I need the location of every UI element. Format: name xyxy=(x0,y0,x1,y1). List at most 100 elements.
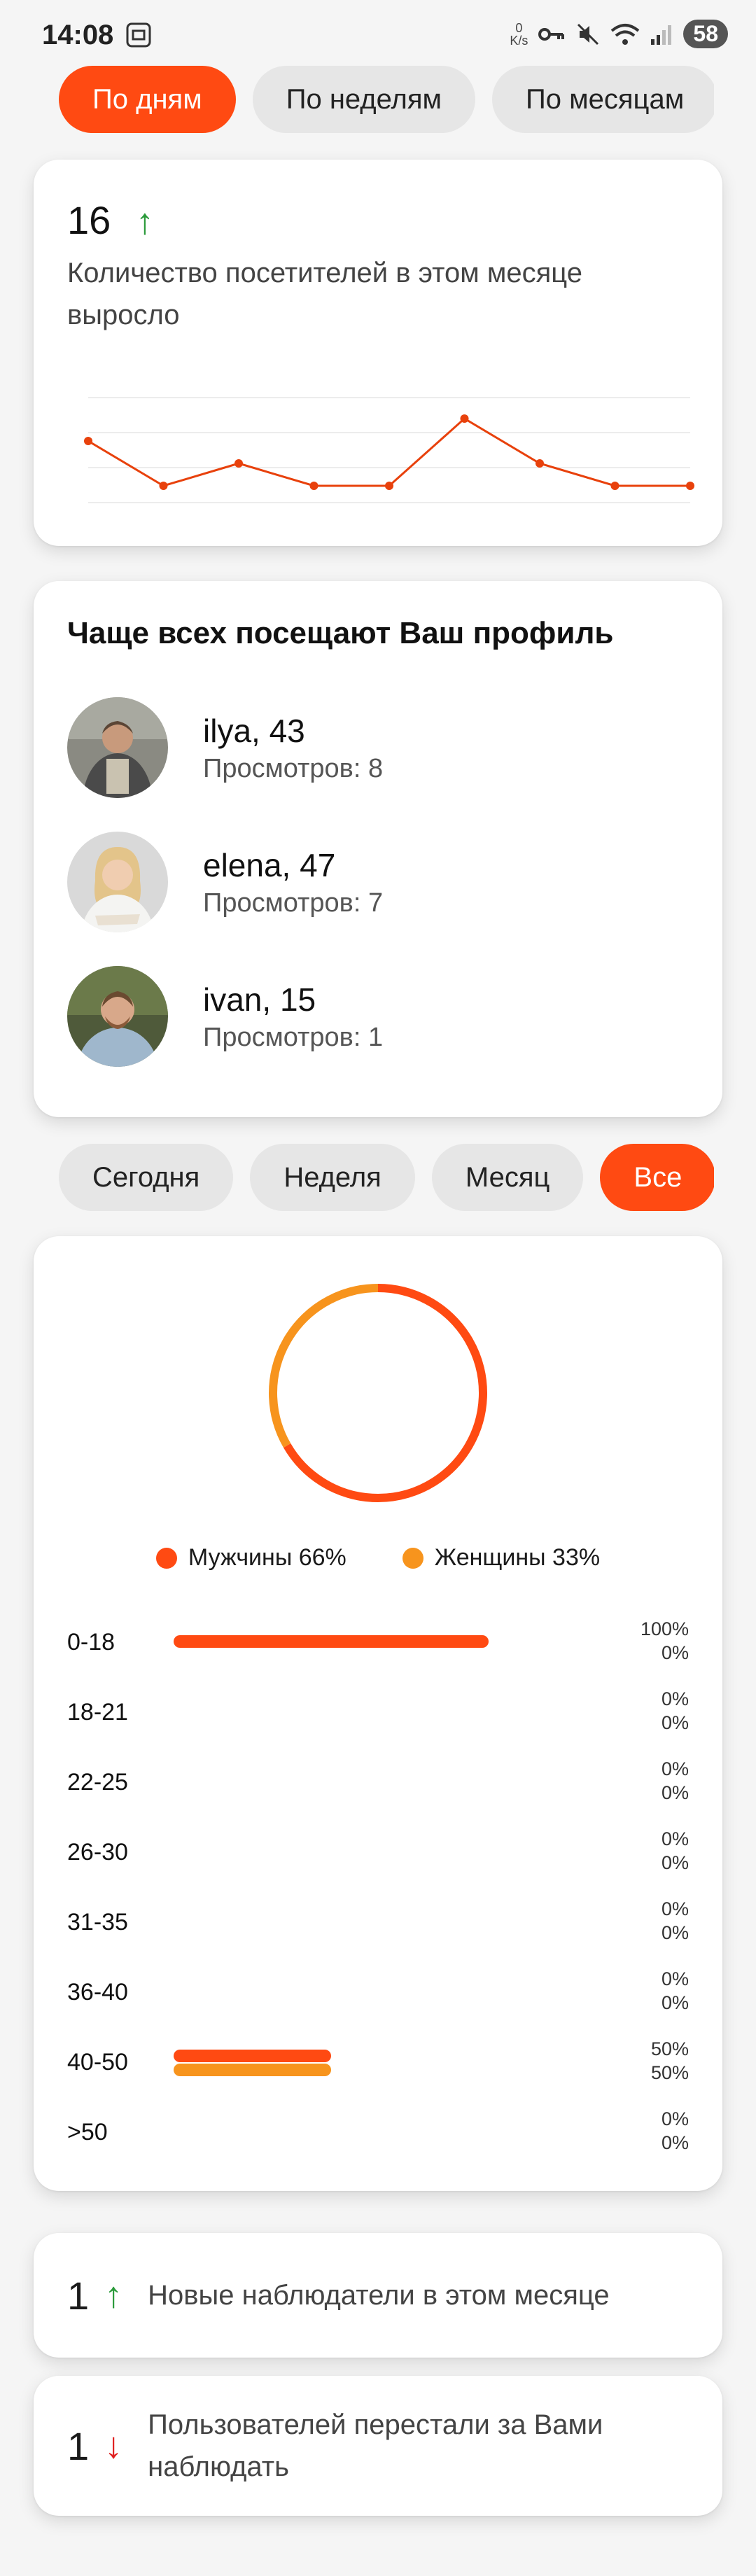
chart-point xyxy=(309,482,318,490)
top-visitors-title: Чаще всех посещают Ваш профиль xyxy=(67,616,614,650)
battery-indicator: 58 xyxy=(683,20,728,48)
range-tabs: Сегодня Неделя Месяц Все xyxy=(0,1144,756,1211)
female-percent: 0% xyxy=(661,1992,689,2013)
visitor-views: Просмотров: 1 xyxy=(203,1022,384,1052)
male-percent: 50% xyxy=(650,2038,689,2059)
visitors-line-chart xyxy=(84,397,694,503)
age-label: 40-50 xyxy=(67,2049,128,2076)
male-percent: 0% xyxy=(661,1968,689,1989)
visitors-card: 16 ↑ Количество посетителей в этом месяц… xyxy=(34,160,722,546)
chart-point xyxy=(84,437,92,445)
female-percent: 0% xyxy=(661,1922,689,1943)
visitors-trend-text: Количество посетителей в этом месяце выр… xyxy=(67,258,582,330)
age-label: 0-18 xyxy=(67,1629,115,1656)
legend-female: Женщины 33% xyxy=(402,1544,600,1572)
male-percent: 0% xyxy=(661,1898,689,1919)
visitor-item[interactable]: elena, 47 Просмотров: 7 xyxy=(67,832,383,932)
female-percent: 0% xyxy=(661,1712,689,1733)
female-percent: 0% xyxy=(661,1852,689,1873)
donut-slice-female xyxy=(269,1284,379,1448)
arrow-up-icon: ↑ xyxy=(104,2275,123,2316)
visitor-views: Просмотров: 7 xyxy=(203,888,384,918)
age-row: 31-35 0% 0% xyxy=(67,1887,689,1957)
age-label: 36-40 xyxy=(67,1979,128,2005)
visitor-item[interactable]: ilya, 43 Просмотров: 8 xyxy=(67,697,383,798)
tab-week[interactable]: Неделя xyxy=(250,1144,415,1211)
female-percent: 0% xyxy=(661,2132,689,2153)
chart-point xyxy=(385,482,393,490)
age-row: 36-40 0% 0% xyxy=(67,1957,689,2027)
avatar xyxy=(67,832,168,932)
male-bar xyxy=(174,1635,489,1648)
status-bar: 14:08 0 K/s 58 xyxy=(0,0,756,70)
visitor-name: ilya, 43 xyxy=(203,712,305,749)
chart-point xyxy=(234,459,243,468)
male-percent: 100% xyxy=(640,1618,689,1639)
network-speed: 0 K/s xyxy=(510,20,528,48)
age-row: >50 0% 0% xyxy=(67,2097,689,2167)
avatar xyxy=(67,966,168,1067)
male-percent: 0% xyxy=(661,1688,689,1709)
age-row: 0-18 100% 0% xyxy=(67,1607,689,1677)
age-row: 40-50 50% 50% xyxy=(67,2027,689,2097)
legend-male-label: Мужчины 66% xyxy=(188,1544,346,1571)
visitor-name: ivan, 15 xyxy=(203,981,316,1018)
new-followers-card: 1 ↑ Новые наблюдатели в этом месяце xyxy=(34,2233,722,2358)
legend-male: Мужчины 66% xyxy=(155,1544,346,1572)
male-percent: 0% xyxy=(661,2108,689,2129)
screenshot-icon xyxy=(126,22,151,48)
period-tabs: По дням По неделям По месяцам xyxy=(0,66,756,133)
signal-icon xyxy=(651,24,672,45)
wifi-icon xyxy=(611,23,640,45)
female-dot-icon xyxy=(402,1547,424,1569)
female-bar xyxy=(174,2064,331,2076)
age-label: >50 xyxy=(67,2119,108,2146)
tab-by-days[interactable]: По дням xyxy=(59,66,236,133)
male-dot-icon xyxy=(155,1547,177,1569)
tab-today[interactable]: Сегодня xyxy=(59,1144,234,1211)
chart-point xyxy=(536,459,544,468)
age-row: 26-30 0% 0% xyxy=(67,1817,689,1887)
tab-month[interactable]: Месяц xyxy=(431,1144,584,1211)
age-row: 22-25 0% 0% xyxy=(67,1747,689,1817)
visitors-count-row: 16 ↑ xyxy=(67,197,154,243)
arrow-up-icon: ↑ xyxy=(135,202,154,242)
age-row: 18-21 0% 0% xyxy=(67,1677,689,1747)
male-percent: 0% xyxy=(661,1828,689,1849)
visitors-count: 16 xyxy=(67,198,111,242)
tab-all[interactable]: Все xyxy=(600,1144,714,1211)
donut-slice-male xyxy=(283,1284,487,1502)
tab-by-months[interactable]: По месяцам xyxy=(492,66,714,133)
new-followers-count: 1 xyxy=(67,2273,90,2318)
chart-series-line xyxy=(88,417,690,487)
tab-by-weeks[interactable]: По неделям xyxy=(252,66,476,133)
age-label: 31-35 xyxy=(67,1909,128,1935)
female-percent: 0% xyxy=(661,1782,689,1803)
lost-followers-count: 1 xyxy=(67,2423,90,2468)
female-percent: 50% xyxy=(650,2062,689,2083)
male-bar xyxy=(174,2050,331,2062)
chart-point xyxy=(159,482,168,490)
lost-followers-card: 1 ↓ Пользователей перестали за Вами набл… xyxy=(34,2376,722,2516)
age-label: 18-21 xyxy=(67,1699,128,1726)
avatar xyxy=(67,697,168,798)
status-icons: 0 K/s 58 xyxy=(510,20,728,48)
status-time: 14:08 xyxy=(42,20,114,50)
key-icon xyxy=(538,27,565,41)
visitor-views: Просмотров: 8 xyxy=(203,753,384,783)
arrow-down-icon: ↓ xyxy=(104,2426,123,2466)
new-followers-text: Новые наблюдатели в этом месяце xyxy=(148,2280,610,2311)
legend-female-label: Женщины 33% xyxy=(434,1544,601,1571)
chart-point xyxy=(610,482,620,490)
gender-legend: Мужчины 66% Женщины 33% xyxy=(34,1544,722,1572)
demographics-card: Мужчины 66% Женщины 33% 0-18 100% 0% 18-21 0… xyxy=(34,1236,722,2191)
visitor-item[interactable]: ivan, 15 Просмотров: 1 xyxy=(67,966,383,1067)
chart-point xyxy=(686,482,694,490)
age-label: 22-25 xyxy=(67,1769,128,1795)
age-label: 26-30 xyxy=(67,1839,128,1865)
lost-followers-text: Пользователей перестали за Вами наблюдат… xyxy=(148,2409,603,2482)
male-percent: 0% xyxy=(661,1758,689,1779)
female-percent: 0% xyxy=(661,1642,689,1663)
chart-point xyxy=(460,414,469,423)
mute-icon xyxy=(578,23,599,45)
